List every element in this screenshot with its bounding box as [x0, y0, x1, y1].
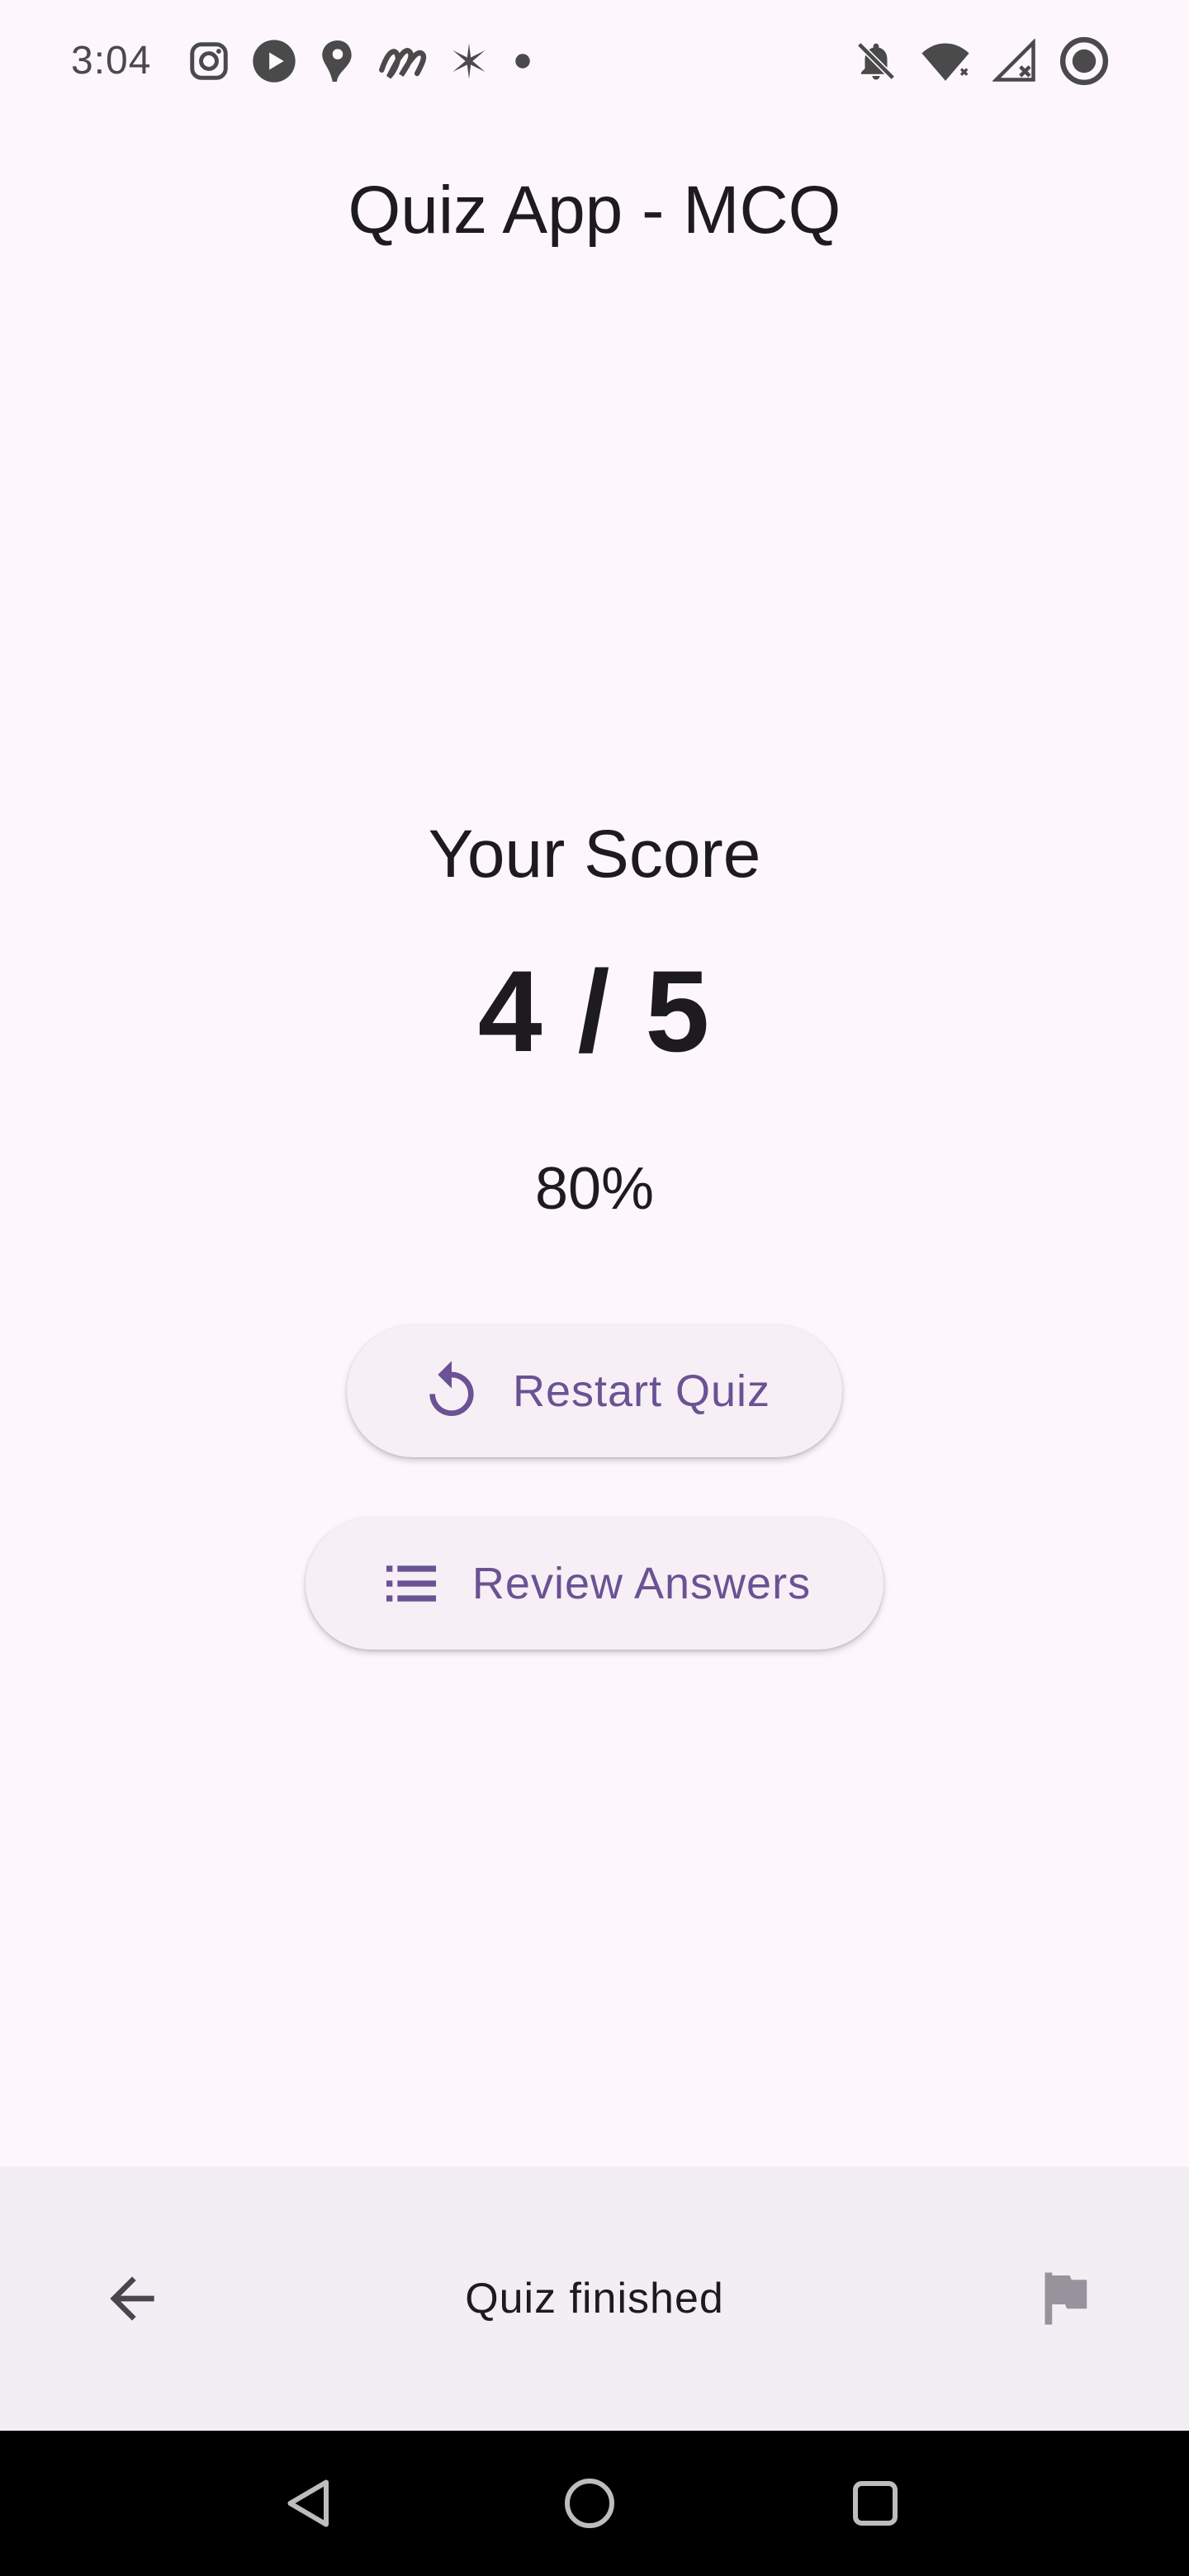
status-system-icons: [854, 36, 1110, 86]
bottom-app-bar: Quiz finished: [0, 2166, 1189, 2431]
status-bar: 3:04: [0, 0, 1189, 124]
notifications-off-icon: [856, 41, 896, 81]
quiz-status-text: Quiz finished: [465, 2275, 724, 2323]
score-heading: Your Score: [428, 817, 761, 892]
status-ring-icon: [1059, 36, 1109, 86]
status-notification-icons: [187, 36, 535, 86]
play-icon: [253, 40, 296, 83]
no-signal-icon: [992, 39, 1035, 82]
list-icon: [386, 1565, 436, 1602]
score-percent: 80%: [534, 1156, 655, 1222]
nav-home-icon: [565, 2479, 614, 2528]
restart-quiz-button[interactable]: Restart Quiz: [347, 1325, 842, 1457]
system-home-button[interactable]: [540, 2454, 639, 2553]
app-logo-icon: [379, 48, 427, 79]
flag-button[interactable]: [1016, 2249, 1115, 2348]
status-time: 3:04: [71, 39, 152, 83]
nav-recents-icon: [853, 2481, 898, 2526]
nav-back-icon: [287, 2479, 329, 2527]
sparkle-icon: [452, 43, 486, 79]
review-answers-button[interactable]: Review Answers: [306, 1518, 883, 1650]
instagram-icon: [190, 42, 228, 80]
dot-icon: [515, 54, 530, 69]
page-title: Quiz App - MCQ: [348, 173, 841, 248]
map-pin-icon: [322, 40, 352, 82]
system-back-button[interactable]: [259, 2454, 358, 2553]
system-navigation-bar: [0, 2431, 1189, 2576]
review-answers-label: Review Answers: [471, 1559, 812, 1608]
wifi-icon: [921, 43, 969, 81]
restart-quiz-label: Restart Quiz: [512, 1366, 771, 1416]
system-recents-button[interactable]: [826, 2454, 925, 2553]
flag-icon: [1045, 2272, 1087, 2325]
refresh-icon: [429, 1361, 474, 1416]
score-value: 4 / 5: [477, 946, 712, 1076]
